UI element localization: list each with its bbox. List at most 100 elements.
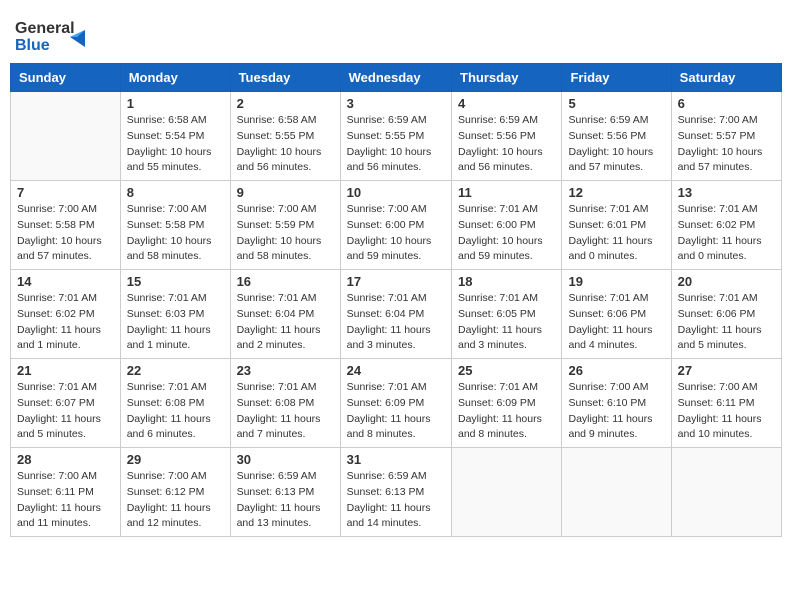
- day-number: 31: [347, 452, 445, 467]
- day-info: Sunrise: 7:00 AMSunset: 5:57 PMDaylight:…: [678, 113, 775, 176]
- calendar-cell: 17 Sunrise: 7:01 AMSunset: 6:04 PMDayligh…: [340, 270, 451, 359]
- day-info: Sunrise: 7:00 AMSunset: 6:10 PMDaylight:…: [568, 380, 664, 443]
- calendar-cell: 25 Sunrise: 7:01 AMSunset: 6:09 PMDayligh…: [452, 359, 562, 448]
- weekday-header-tuesday: Tuesday: [230, 64, 340, 92]
- day-info: Sunrise: 7:01 AMSunset: 6:09 PMDaylight:…: [458, 380, 555, 443]
- day-info: Sunrise: 7:00 AMSunset: 6:12 PMDaylight:…: [127, 469, 224, 532]
- day-number: 4: [458, 96, 555, 111]
- calendar-cell: 11 Sunrise: 7:01 AMSunset: 6:00 PMDayligh…: [452, 181, 562, 270]
- day-number: 25: [458, 363, 555, 378]
- calendar-cell: 1 Sunrise: 6:58 AMSunset: 5:54 PMDaylight…: [120, 92, 230, 181]
- calendar-cell: 24Sunrise: 7:01 AMSunset: 6:09 PMDayligh…: [340, 359, 451, 448]
- calendar-cell: 7 Sunrise: 7:00 AMSunset: 5:58 PMDaylight…: [11, 181, 121, 270]
- calendar-cell: 26 Sunrise: 7:00 AMSunset: 6:10 PMDayligh…: [562, 359, 671, 448]
- day-info: Sunrise: 7:01 AMSunset: 6:05 PMDaylight:…: [458, 291, 555, 354]
- calendar-cell: 28 Sunrise: 7:00 AMSunset: 6:11 PMDayligh…: [11, 448, 121, 537]
- day-number: 14: [17, 274, 114, 289]
- day-number: 17: [347, 274, 445, 289]
- day-info: Sunrise: 7:01 AMSunset: 6:08 PMDaylight:…: [127, 380, 224, 443]
- page-header: General Blue: [10, 10, 782, 55]
- day-number: 9: [237, 185, 334, 200]
- calendar-week-row: 7 Sunrise: 7:00 AMSunset: 5:58 PMDaylight…: [11, 181, 782, 270]
- calendar-cell: 2 Sunrise: 6:58 AMSunset: 5:55 PMDaylight…: [230, 92, 340, 181]
- day-info: Sunrise: 7:01 AMSunset: 6:02 PMDaylight:…: [17, 291, 114, 354]
- day-info: Sunrise: 7:01 AMSunset: 6:07 PMDaylight:…: [17, 380, 114, 443]
- weekday-header-saturday: Saturday: [671, 64, 781, 92]
- calendar-cell: 27Sunrise: 7:00 AMSunset: 6:11 PMDayligh…: [671, 359, 781, 448]
- day-info: Sunrise: 7:00 AMSunset: 6:11 PMDaylight:…: [17, 469, 114, 532]
- calendar-cell: 6Sunrise: 7:00 AMSunset: 5:57 PMDaylight…: [671, 92, 781, 181]
- day-number: 5: [568, 96, 664, 111]
- calendar-cell: [11, 92, 121, 181]
- weekday-header-wednesday: Wednesday: [340, 64, 451, 92]
- day-info: Sunrise: 6:58 AMSunset: 5:55 PMDaylight:…: [237, 113, 334, 176]
- day-info: Sunrise: 7:01 AMSunset: 6:02 PMDaylight:…: [678, 202, 775, 265]
- day-number: 28: [17, 452, 114, 467]
- day-number: 15: [127, 274, 224, 289]
- calendar-cell: 29 Sunrise: 7:00 AMSunset: 6:12 PMDayligh…: [120, 448, 230, 537]
- logo-icon: General Blue: [15, 15, 85, 55]
- day-info: Sunrise: 7:01 AMSunset: 6:01 PMDaylight:…: [568, 202, 664, 265]
- day-number: 7: [17, 185, 114, 200]
- calendar-cell: 30 Sunrise: 6:59 AMSunset: 6:13 PMDayligh…: [230, 448, 340, 537]
- calendar-cell: 14 Sunrise: 7:01 AMSunset: 6:02 PMDayligh…: [11, 270, 121, 359]
- day-number: 16: [237, 274, 334, 289]
- calendar-cell: [562, 448, 671, 537]
- weekday-header-friday: Friday: [562, 64, 671, 92]
- day-number: 8: [127, 185, 224, 200]
- day-info: Sunrise: 7:00 AMSunset: 5:58 PMDaylight:…: [17, 202, 114, 265]
- calendar-cell: 21Sunrise: 7:01 AMSunset: 6:07 PMDayligh…: [11, 359, 121, 448]
- calendar-cell: [452, 448, 562, 537]
- day-number: 29: [127, 452, 224, 467]
- calendar-cell: 18Sunrise: 7:01 AMSunset: 6:05 PMDayligh…: [452, 270, 562, 359]
- calendar-cell: 16 Sunrise: 7:01 AMSunset: 6:04 PMDayligh…: [230, 270, 340, 359]
- weekday-header-sunday: Sunday: [11, 64, 121, 92]
- calendar-cell: 19 Sunrise: 7:01 AMSunset: 6:06 PMDayligh…: [562, 270, 671, 359]
- weekday-header-monday: Monday: [120, 64, 230, 92]
- calendar-cell: 4 Sunrise: 6:59 AMSunset: 5:56 PMDaylight…: [452, 92, 562, 181]
- calendar-cell: 31 Sunrise: 6:59 AMSunset: 6:13 PMDayligh…: [340, 448, 451, 537]
- day-info: Sunrise: 6:59 AMSunset: 5:56 PMDaylight:…: [458, 113, 555, 176]
- calendar-cell: 15Sunrise: 7:01 AMSunset: 6:03 PMDayligh…: [120, 270, 230, 359]
- calendar-week-row: 21Sunrise: 7:01 AMSunset: 6:07 PMDayligh…: [11, 359, 782, 448]
- day-info: Sunrise: 7:00 AMSunset: 5:59 PMDaylight:…: [237, 202, 334, 265]
- day-number: 19: [568, 274, 664, 289]
- day-info: Sunrise: 7:01 AMSunset: 6:08 PMDaylight:…: [237, 380, 334, 443]
- day-info: Sunrise: 7:00 AMSunset: 6:00 PMDaylight:…: [347, 202, 445, 265]
- calendar-cell: 9 Sunrise: 7:00 AMSunset: 5:59 PMDaylight…: [230, 181, 340, 270]
- calendar-cell: [671, 448, 781, 537]
- day-number: 26: [568, 363, 664, 378]
- day-info: Sunrise: 7:01 AMSunset: 6:04 PMDaylight:…: [347, 291, 445, 354]
- calendar-week-row: 14 Sunrise: 7:01 AMSunset: 6:02 PMDayligh…: [11, 270, 782, 359]
- day-info: Sunrise: 7:00 AMSunset: 5:58 PMDaylight:…: [127, 202, 224, 265]
- weekday-header-row: SundayMondayTuesdayWednesdayThursdayFrid…: [11, 64, 782, 92]
- calendar-cell: 12 Sunrise: 7:01 AMSunset: 6:01 PMDayligh…: [562, 181, 671, 270]
- day-info: Sunrise: 6:59 AMSunset: 5:55 PMDaylight:…: [347, 113, 445, 176]
- calendar-table: SundayMondayTuesdayWednesdayThursdayFrid…: [10, 63, 782, 537]
- day-number: 30: [237, 452, 334, 467]
- logo: General Blue: [15, 15, 85, 55]
- day-info: Sunrise: 7:01 AMSunset: 6:04 PMDaylight:…: [237, 291, 334, 354]
- day-number: 3: [347, 96, 445, 111]
- day-number: 10: [347, 185, 445, 200]
- day-number: 2: [237, 96, 334, 111]
- day-info: Sunrise: 6:59 AMSunset: 6:13 PMDaylight:…: [347, 469, 445, 532]
- day-number: 12: [568, 185, 664, 200]
- svg-text:Blue: Blue: [15, 37, 50, 54]
- calendar-cell: 3 Sunrise: 6:59 AMSunset: 5:55 PMDaylight…: [340, 92, 451, 181]
- day-info: Sunrise: 6:58 AMSunset: 5:54 PMDaylight:…: [127, 113, 224, 176]
- day-number: 22: [127, 363, 224, 378]
- day-number: 13: [678, 185, 775, 200]
- calendar-cell: 10 Sunrise: 7:00 AMSunset: 6:00 PMDayligh…: [340, 181, 451, 270]
- day-info: Sunrise: 7:01 AMSunset: 6:06 PMDaylight:…: [568, 291, 664, 354]
- day-number: 11: [458, 185, 555, 200]
- day-number: 24: [347, 363, 445, 378]
- day-info: Sunrise: 6:59 AMSunset: 6:13 PMDaylight:…: [237, 469, 334, 532]
- day-info: Sunrise: 6:59 AMSunset: 5:56 PMDaylight:…: [568, 113, 664, 176]
- day-info: Sunrise: 7:01 AMSunset: 6:00 PMDaylight:…: [458, 202, 555, 265]
- calendar-cell: 22 Sunrise: 7:01 AMSunset: 6:08 PMDayligh…: [120, 359, 230, 448]
- day-number: 1: [127, 96, 224, 111]
- calendar-week-row: 1 Sunrise: 6:58 AMSunset: 5:54 PMDaylight…: [11, 92, 782, 181]
- day-number: 20: [678, 274, 775, 289]
- day-number: 27: [678, 363, 775, 378]
